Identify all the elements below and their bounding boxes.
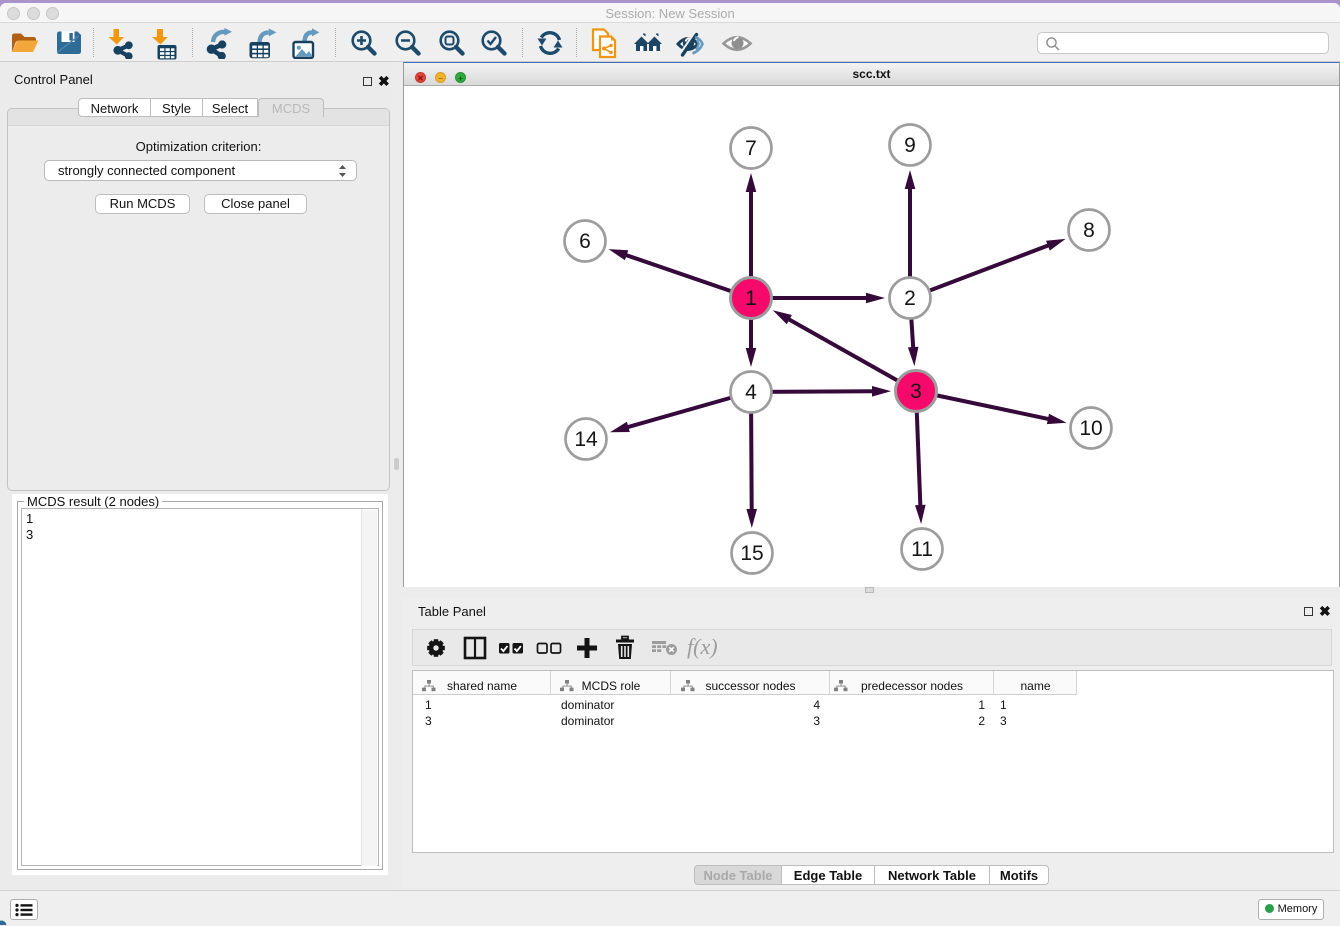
- svg-text:8: 8: [1083, 219, 1095, 242]
- svg-text:11: 11: [911, 538, 933, 561]
- svg-text:4: 4: [745, 381, 757, 404]
- svg-text:7: 7: [745, 137, 757, 160]
- svg-text:9: 9: [904, 134, 916, 157]
- svg-text:2: 2: [904, 287, 916, 310]
- svg-text:6: 6: [579, 230, 591, 253]
- svg-text:10: 10: [1079, 417, 1102, 440]
- svg-text:15: 15: [740, 542, 763, 565]
- svg-text:14: 14: [574, 428, 598, 451]
- svg-text:3: 3: [910, 380, 922, 403]
- svg-text:1: 1: [745, 287, 757, 310]
